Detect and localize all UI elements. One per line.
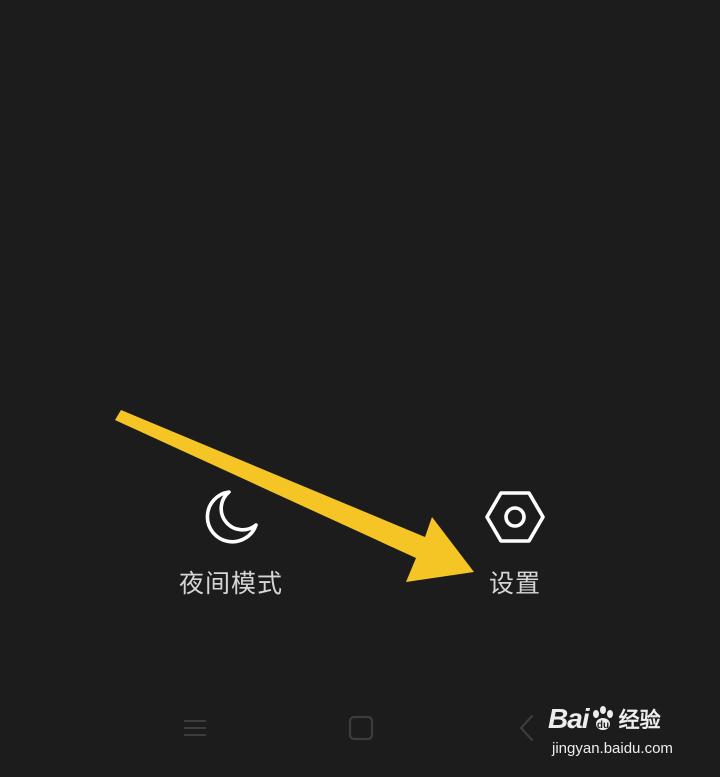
square-home-icon bbox=[348, 715, 374, 741]
moon-icon bbox=[205, 490, 258, 544]
settings-label: 设置 bbox=[488, 569, 541, 598]
nav-home-button[interactable] bbox=[341, 708, 381, 748]
night-mode-label: 夜间模式 bbox=[178, 569, 283, 598]
paw-print-icon: du bbox=[592, 706, 613, 731]
watermark-jingyan: 经验 bbox=[618, 708, 661, 732]
nav-menu-button[interactable] bbox=[175, 708, 215, 748]
chevron-back-icon bbox=[519, 714, 534, 742]
watermark-brand: Bai bbox=[548, 703, 590, 734]
phone-screen: 夜间模式 设置 Bai du 经验 jingyan.baidu.com bbox=[0, 0, 720, 777]
svg-text:du: du bbox=[596, 720, 608, 731]
menu-lines-icon bbox=[184, 720, 206, 736]
night-mode-button[interactable]: 夜间模式 bbox=[146, 485, 316, 605]
watermark-url: jingyan.baidu.com bbox=[552, 740, 673, 757]
settings-button[interactable]: 设置 bbox=[430, 485, 600, 605]
hexagon-nut-settings-icon bbox=[485, 491, 545, 543]
baidu-jingyan-watermark: Bai du 经验 jingyan.baidu.com bbox=[548, 700, 716, 766]
annotation-arrow bbox=[115, 410, 474, 582]
nav-back-button[interactable] bbox=[508, 708, 548, 748]
